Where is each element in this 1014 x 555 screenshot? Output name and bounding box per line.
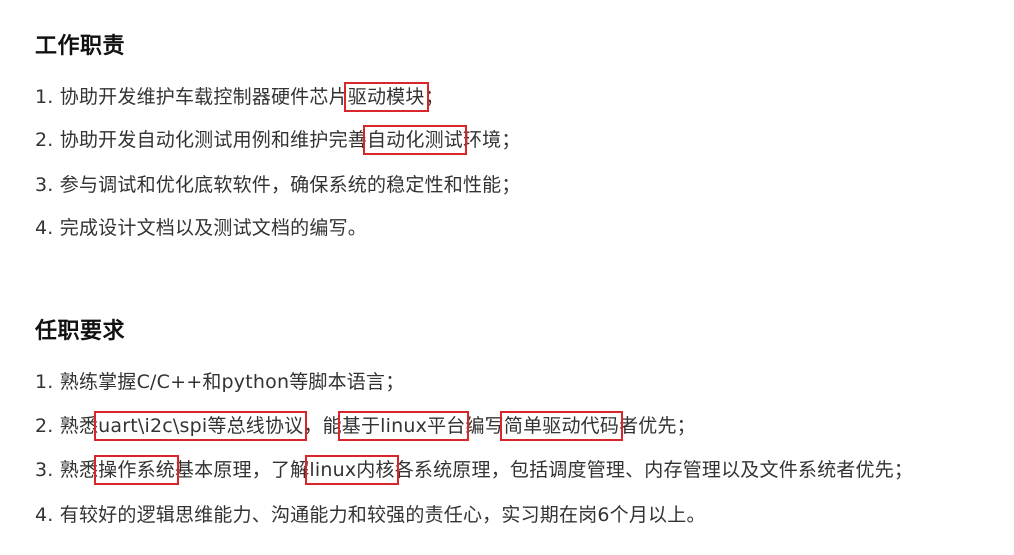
duty-item-2-text: 2. 协助开发自动化测试用例和维护完善 [35,129,367,151]
requirement-item-3-text: 3. 熟悉 [35,459,99,481]
duties-heading: 工作职责 [35,34,126,59]
duty-item-2-end: 环境； [462,129,521,151]
requirement-item-2-mid: ，能 [303,415,342,437]
requirement-item-2-text: 2. 熟悉 [35,415,99,437]
requirement-item-3: 3. 熟悉操作系统基本原理，了解linux内核各系统原理，包括调度管理、内存管理… [35,455,913,485]
highlight-operating-system: 操作系统 [94,455,179,485]
requirement-item-3-mid: 基本原理，了解 [174,459,310,481]
highlight-driver-module: 驱动模块 [343,82,429,112]
requirement-item-3-end: 各系统原理，包括调度管理、内存管理以及文件系统者优先； [394,459,914,481]
duty-item-2: 2. 协助开发自动化测试用例和维护完善自动化测试环境； [35,125,521,155]
duty-item-3: 3. 参与调试和优化底软软件，确保系统的稳定性和性能； [35,174,521,196]
requirement-item-1: 1. 熟练掌握C/C++和python等脚本语言； [35,371,405,393]
highlight-automated-testing: 自动化测试 [362,125,467,155]
highlight-bus-protocols: uart\i2c\spi等总线协议 [94,411,308,441]
highlight-simple-driver-code: 简单驱动代码 [499,411,624,441]
duty-item-1: 1. 协助开发维护车载控制器硬件芯片驱动模块； [35,82,444,112]
requirement-item-4: 4. 有较好的逻辑思维能力、沟通能力和较强的责任心，实习期在岗6个月以上。 [35,504,706,526]
duty-item-1-end: ； [424,86,444,108]
requirement-item-2: 2. 熟悉uart\i2c\spi等总线协议，能基于linux平台编写简单驱动代… [35,411,696,441]
duty-item-4: 4. 完成设计文档以及测试文档的编写。 [35,217,367,239]
requirement-item-2-mid2: 编写 [465,415,504,437]
requirements-heading: 任职要求 [35,319,126,344]
duty-item-1-text: 1. 协助开发维护车载控制器硬件芯片 [35,86,348,108]
highlight-linux-platform: 基于linux平台 [337,411,470,441]
job-description: 工作职责 1. 协助开发维护车载控制器硬件芯片驱动模块； 2. 协助开发自动化测… [0,0,1014,555]
highlight-linux-kernel: linux内核 [305,455,399,485]
requirement-item-2-end: 者优先； [619,415,696,437]
